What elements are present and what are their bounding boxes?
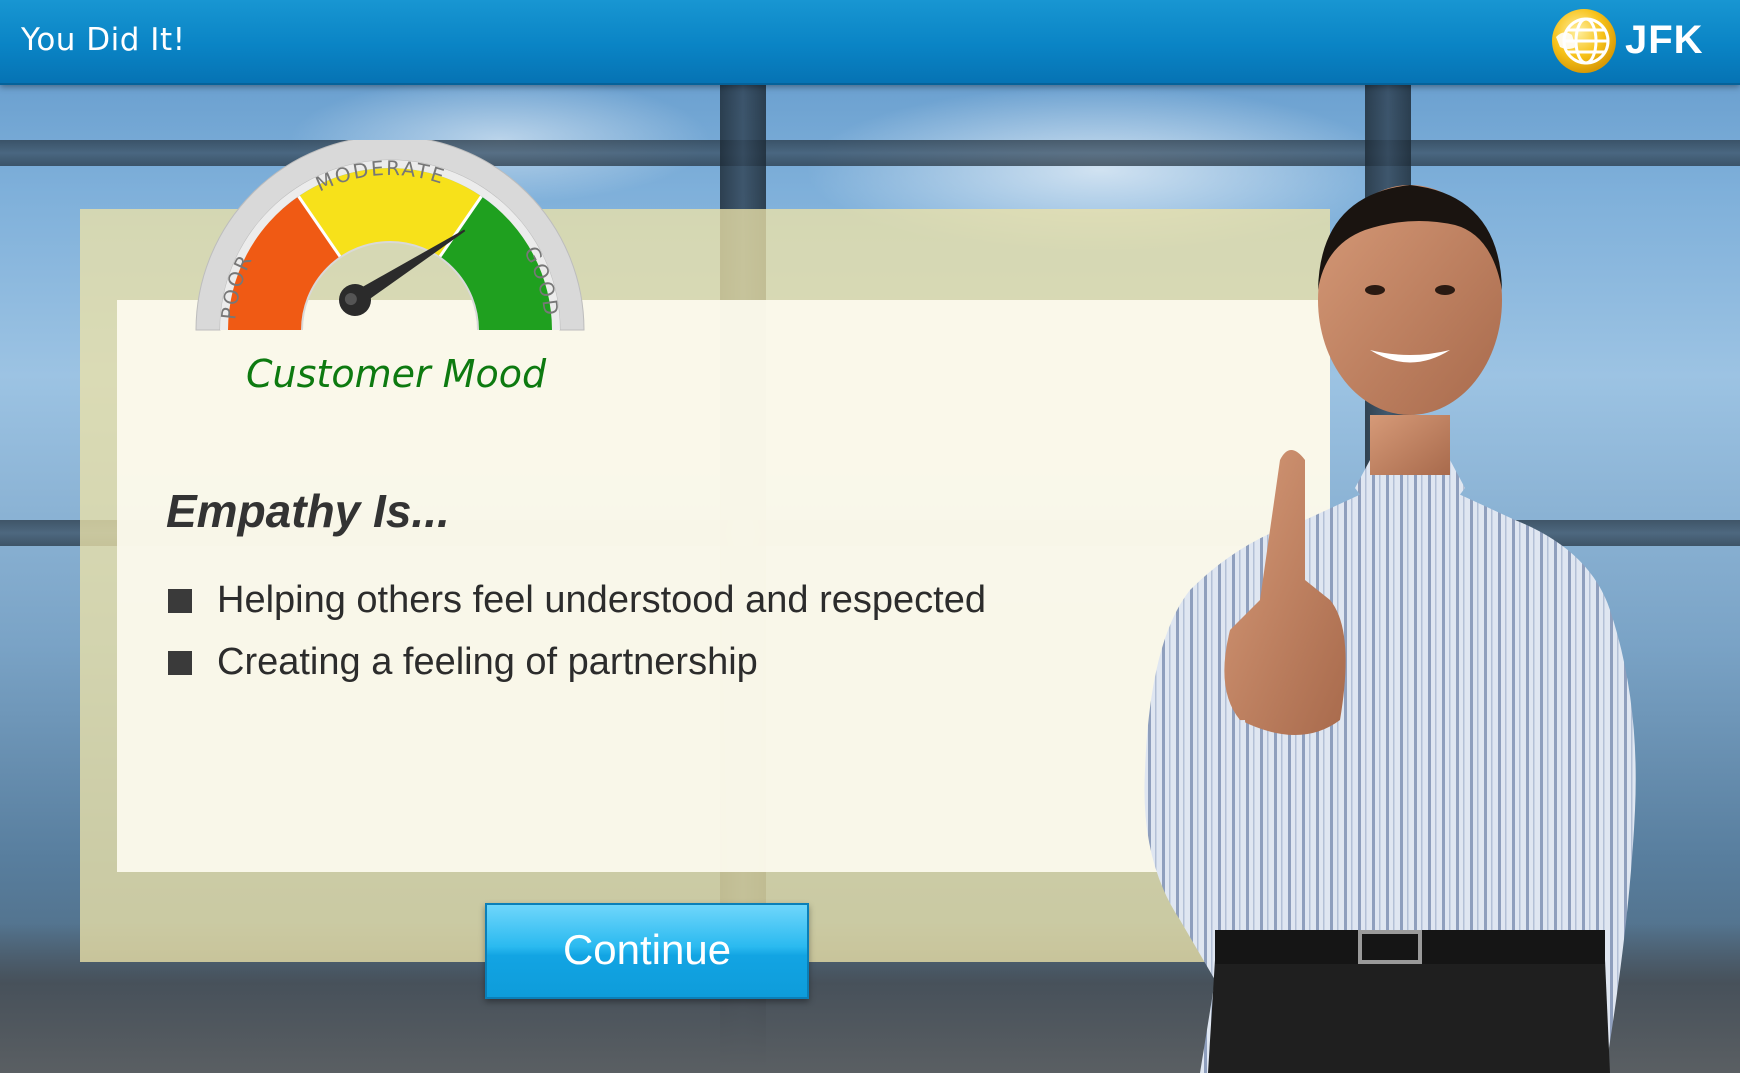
customer-photo [1144,185,1636,1073]
logo-text: JFK [1625,18,1704,62]
list-item: Creating a feeling of partnership [168,634,986,696]
globe-icon [1552,9,1616,73]
bullet-list: Helping others feel understood and respe… [168,572,986,696]
list-item-text: Helping others feel understood and respe… [217,579,986,621]
slide-title: You Did It! [21,22,186,58]
customer-mood-gauge: POOR MODERATE GOOD [195,140,585,331]
continue-button[interactable]: Continue [485,903,809,999]
title-bar: You Did It! JFK [0,0,1740,85]
square-bullet-icon [168,651,192,675]
list-item-text: Creating a feeling of partnership [217,641,758,683]
list-item: Helping others feel understood and respe… [168,572,986,634]
gauge-label: Customer Mood [246,352,547,396]
slide-heading: Empathy Is... [166,485,450,537]
square-bullet-icon [168,589,192,613]
